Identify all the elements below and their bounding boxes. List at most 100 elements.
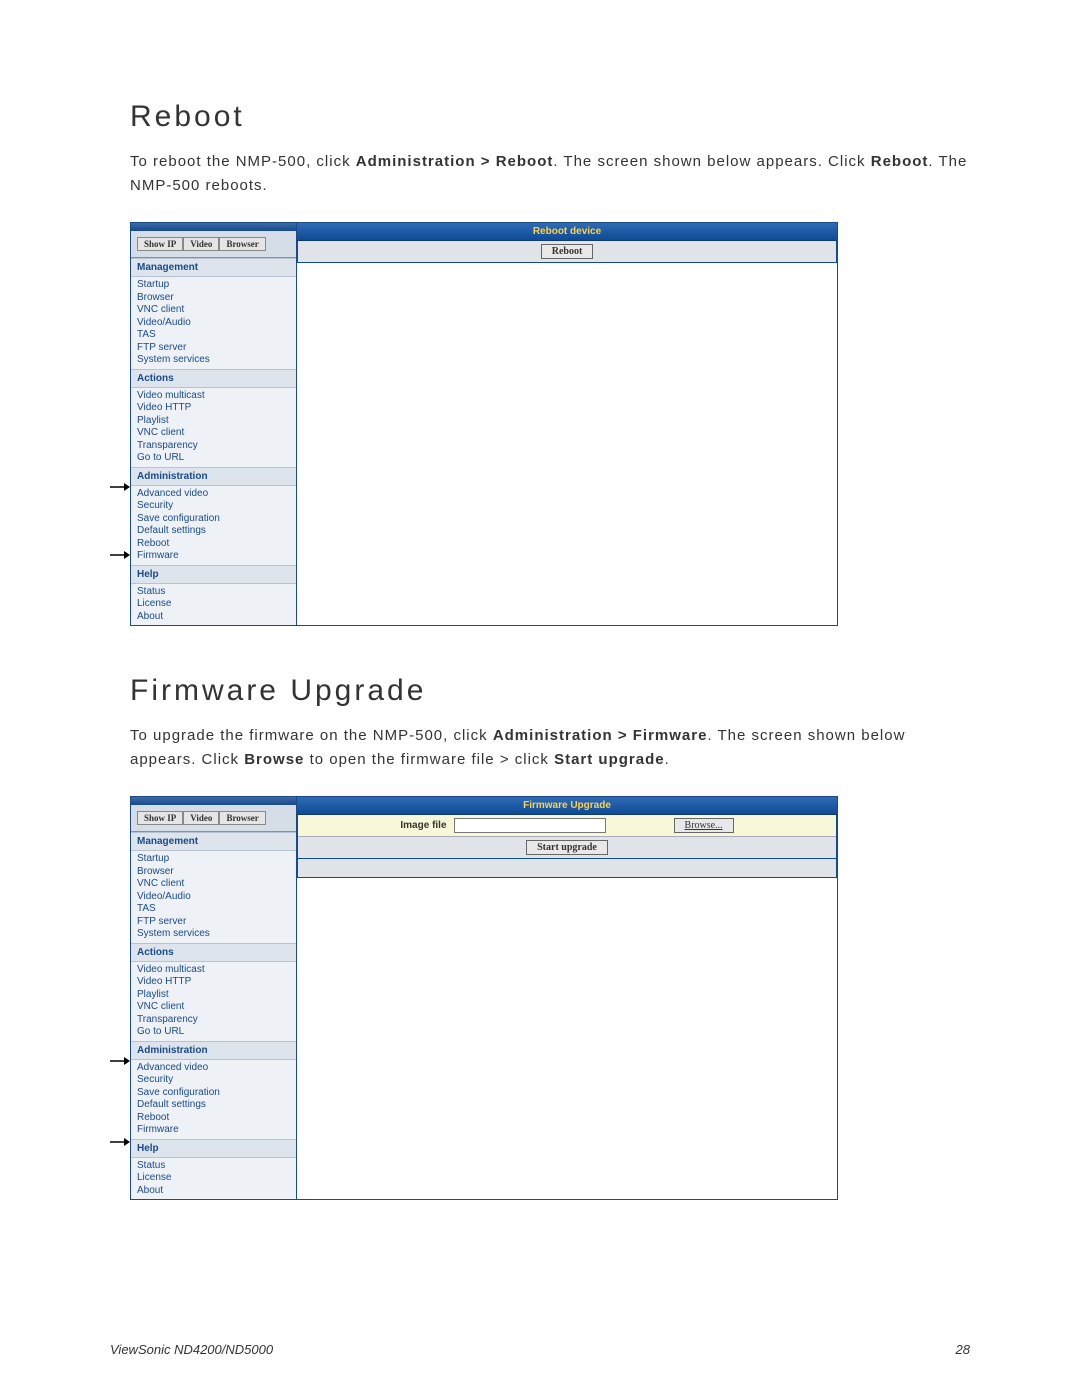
sidebar-item-video-audio[interactable]: Video/Audio (131, 891, 296, 904)
screenshot-reboot: Show IP Video Browser ManagementStartupB… (130, 222, 838, 626)
txt: Browse (244, 751, 304, 768)
txt: To reboot the NMP-500, click (130, 153, 356, 170)
sidebar-item-transparency[interactable]: Transparency (131, 440, 296, 453)
sidebar-item-vnc-client[interactable]: VNC client (131, 427, 296, 440)
section1-desc: To reboot the NMP-500, click Administrat… (130, 150, 970, 198)
panel-row-start: Start upgrade (298, 837, 836, 858)
tab-browser[interactable]: Browser (219, 811, 265, 825)
section-heading-reboot: Reboot (130, 100, 970, 134)
txt: Administration > Firmware (493, 727, 708, 744)
sidebar-item-startup[interactable]: Startup (131, 279, 296, 292)
tab-row: Show IP Video Browser (131, 805, 296, 832)
panel-row-image-file: Image file Browse... (298, 815, 836, 837)
txt: Administration > Reboot (356, 153, 554, 170)
sidebar-item-license[interactable]: License (131, 1172, 296, 1185)
txt: . (665, 751, 670, 768)
panel-row: Reboot (298, 241, 836, 262)
sidebar-item-license[interactable]: License (131, 598, 296, 611)
sidebar-section-administration: Administration (131, 1041, 296, 1060)
sidebar-item-vnc-client[interactable]: VNC client (131, 1001, 296, 1014)
txt: to open the firmware file > click (304, 751, 554, 768)
footer-page-number: 28 (956, 1342, 970, 1357)
sidebar-item-firmware[interactable]: Firmware (131, 1124, 296, 1137)
sidebar-item-video-multicast[interactable]: Video multicast (131, 390, 296, 403)
pointer-arrow-icon (110, 1056, 130, 1066)
panel-title-firmware: Firmware Upgrade (297, 797, 837, 815)
sidebar-item-video-http[interactable]: Video HTTP (131, 976, 296, 989)
sidebar-item-security[interactable]: Security (131, 1074, 296, 1087)
sidebar-item-vnc-client[interactable]: VNC client (131, 878, 296, 891)
section-heading-firmware: Firmware Upgrade (130, 674, 970, 708)
pointer-arrow-icon (110, 482, 130, 492)
sidebar-item-status[interactable]: Status (131, 586, 296, 599)
sidebar-item-browser[interactable]: Browser (131, 292, 296, 305)
sidebar-item-about[interactable]: About (131, 611, 296, 624)
sidebar-item-video-audio[interactable]: Video/Audio (131, 317, 296, 330)
start-upgrade-button[interactable]: Start upgrade (526, 840, 608, 855)
browse-button[interactable]: Browse... (674, 818, 734, 833)
sidebar-item-system-services[interactable]: System services (131, 354, 296, 367)
sidebar-section-management: Management (131, 258, 296, 277)
sidebar-item-save-configuration[interactable]: Save configuration (131, 513, 296, 526)
sidebar-item-browser[interactable]: Browser (131, 866, 296, 879)
sidebar-item-video-multicast[interactable]: Video multicast (131, 964, 296, 977)
sidebar-section-actions: Actions (131, 943, 296, 962)
sidebar-item-video-http[interactable]: Video HTTP (131, 402, 296, 415)
page-footer: ViewSonic ND4200/ND5000 28 (110, 1342, 970, 1357)
sidebar-section-help: Help (131, 565, 296, 584)
image-file-label: Image file (400, 820, 446, 831)
sidebar-item-advanced-video[interactable]: Advanced video (131, 488, 296, 501)
sidebar-item-firmware[interactable]: Firmware (131, 550, 296, 563)
sidebar-item-security[interactable]: Security (131, 500, 296, 513)
tab-browser[interactable]: Browser (219, 237, 265, 251)
sidebar-item-about[interactable]: About (131, 1185, 296, 1198)
image-file-input[interactable] (454, 818, 606, 833)
reboot-button[interactable]: Reboot (541, 244, 594, 259)
sidebar-item-go-to-url[interactable]: Go to URL (131, 452, 296, 465)
tab-video[interactable]: Video (183, 811, 219, 825)
sidebar-item-playlist[interactable]: Playlist (131, 989, 296, 1002)
sidebar-item-status[interactable]: Status (131, 1160, 296, 1173)
sidebar-item-playlist[interactable]: Playlist (131, 415, 296, 428)
sidebar-item-default-settings[interactable]: Default settings (131, 525, 296, 538)
sidebar-item-reboot[interactable]: Reboot (131, 1112, 296, 1125)
sidebar-item-tas[interactable]: TAS (131, 903, 296, 916)
sidebar-section-actions: Actions (131, 369, 296, 388)
panel-body: Reboot (297, 241, 837, 263)
sidebar-item-default-settings[interactable]: Default settings (131, 1099, 296, 1112)
panel-spacer (297, 859, 837, 878)
sidebar-item-advanced-video[interactable]: Advanced video (131, 1062, 296, 1075)
main-panel: Firmware Upgrade Image file Browse... St… (297, 797, 837, 1199)
screenshot-firmware: Show IP Video Browser ManagementStartupB… (130, 796, 838, 1200)
sidebar-item-vnc-client[interactable]: VNC client (131, 304, 296, 317)
section2-desc: To upgrade the firmware on the NMP-500, … (130, 724, 970, 772)
tab-show-ip[interactable]: Show IP (137, 811, 183, 825)
sidebar: Show IP Video Browser ManagementStartupB… (131, 797, 297, 1199)
sidebar-top-bar (131, 223, 296, 231)
sidebar-section-administration: Administration (131, 467, 296, 486)
tab-row: Show IP Video Browser (131, 231, 296, 258)
sidebar-item-go-to-url[interactable]: Go to URL (131, 1026, 296, 1039)
panel-body: Image file Browse... Start upgrade (297, 815, 837, 859)
sidebar-section-help: Help (131, 1139, 296, 1158)
txt: Start upgrade (554, 751, 665, 768)
txt: Reboot (871, 153, 929, 170)
sidebar-item-save-configuration[interactable]: Save configuration (131, 1087, 296, 1100)
txt: To upgrade the firmware on the NMP-500, … (130, 727, 493, 744)
sidebar: Show IP Video Browser ManagementStartupB… (131, 223, 297, 625)
pointer-arrow-icon (110, 1137, 130, 1147)
sidebar-top-bar (131, 797, 296, 805)
footer-title: ViewSonic ND4200/ND5000 (110, 1342, 273, 1357)
panel-title-reboot: Reboot device (297, 223, 837, 241)
tab-show-ip[interactable]: Show IP (137, 237, 183, 251)
sidebar-item-ftp-server[interactable]: FTP server (131, 916, 296, 929)
sidebar-item-startup[interactable]: Startup (131, 853, 296, 866)
sidebar-item-ftp-server[interactable]: FTP server (131, 342, 296, 355)
txt: . The screen shown below appears. Click (553, 153, 870, 170)
sidebar-item-tas[interactable]: TAS (131, 329, 296, 342)
sidebar-item-reboot[interactable]: Reboot (131, 538, 296, 551)
main-panel: Reboot device Reboot (297, 223, 837, 625)
sidebar-item-system-services[interactable]: System services (131, 928, 296, 941)
tab-video[interactable]: Video (183, 237, 219, 251)
sidebar-item-transparency[interactable]: Transparency (131, 1014, 296, 1027)
